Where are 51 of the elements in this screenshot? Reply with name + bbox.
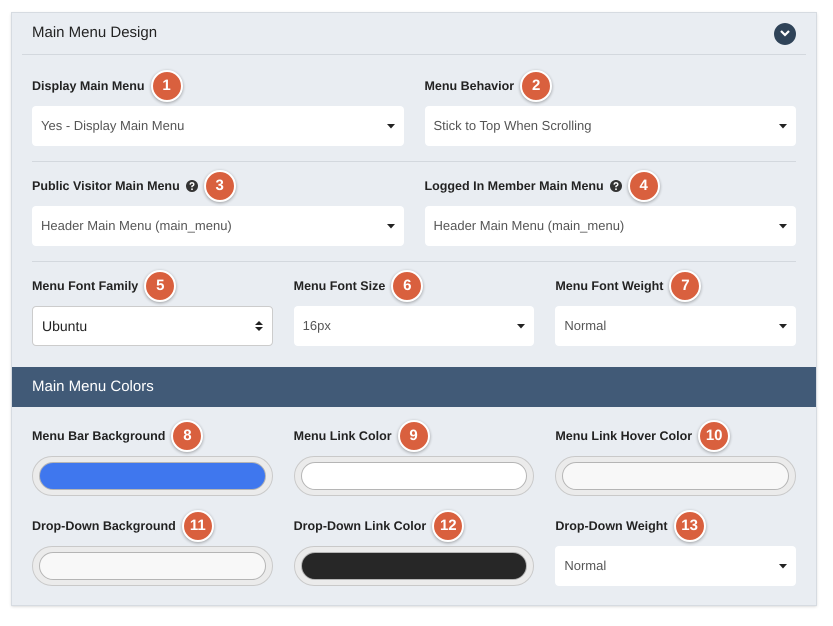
field-label: Menu Font Size xyxy=(294,278,386,295)
caret-down-icon xyxy=(386,124,394,128)
field-label: Menu Link Color xyxy=(294,428,392,445)
field-label: Menu Behavior xyxy=(424,78,514,95)
number-badge: 11 xyxy=(182,510,214,542)
color-picker[interactable] xyxy=(294,546,534,586)
field-label: Logged In Member Main Menu xyxy=(424,178,604,195)
dropdown[interactable]: Yes - Display Main Menu xyxy=(32,106,404,146)
dropdown[interactable]: Normal xyxy=(555,306,796,346)
field-label: Menu Font Family xyxy=(32,278,138,295)
dropdown[interactable]: Stick to Top When Scrolling xyxy=(424,106,796,146)
dropdown[interactable]: 16px xyxy=(294,306,534,346)
number-badge: 8 xyxy=(171,420,204,452)
number-badge: 9 xyxy=(398,420,430,452)
caret-down-icon xyxy=(517,324,526,328)
field-label: Menu Link Hover Color xyxy=(555,428,692,445)
field-label: Drop-Down Background xyxy=(32,518,176,535)
number-badge: 12 xyxy=(432,510,464,542)
field-label: Menu Bar Background xyxy=(32,428,166,445)
color-picker[interactable] xyxy=(294,456,534,496)
dropdown[interactable]: Header Main Menu (main_menu) xyxy=(424,206,796,246)
caret-down-icon xyxy=(779,324,787,328)
number-badge: 10 xyxy=(698,420,730,452)
caret-down-icon xyxy=(779,224,787,228)
number-badge: 5 xyxy=(144,270,176,302)
field-label: Drop-Down Link Color xyxy=(294,518,426,535)
number-badge: 4 xyxy=(628,170,660,202)
caret-down-icon xyxy=(779,124,787,128)
up-down-arrows-icon xyxy=(254,321,263,331)
field-label: Public Visitor Main Menu xyxy=(32,178,180,195)
chevron-down-icon xyxy=(780,30,790,37)
number-badge: 7 xyxy=(669,270,702,302)
dropdown[interactable]: Ubuntu xyxy=(32,306,273,346)
section-title: Main Menu Colors xyxy=(32,376,154,397)
caret-down-icon xyxy=(386,224,394,228)
panel-title: Main Menu Design xyxy=(32,23,158,44)
color-picker[interactable] xyxy=(555,456,796,496)
number-badge: 3 xyxy=(204,170,236,202)
field-label: Display Main Menu xyxy=(32,78,145,95)
color-picker[interactable] xyxy=(32,456,273,496)
number-badge: 1 xyxy=(150,70,183,102)
number-badge: 6 xyxy=(391,270,424,302)
number-badge: 13 xyxy=(674,510,706,542)
dropdown[interactable]: Normal xyxy=(555,546,796,586)
dropdown[interactable]: Header Main Menu (main_menu) xyxy=(32,206,404,246)
field-label: Menu Font Weight xyxy=(555,278,664,295)
caret-down-icon xyxy=(779,564,787,568)
field-label: Drop-Down Weight xyxy=(555,518,668,535)
number-badge: 2 xyxy=(520,70,552,102)
collapse-button[interactable] xyxy=(774,22,796,44)
color-picker[interactable] xyxy=(32,546,273,586)
